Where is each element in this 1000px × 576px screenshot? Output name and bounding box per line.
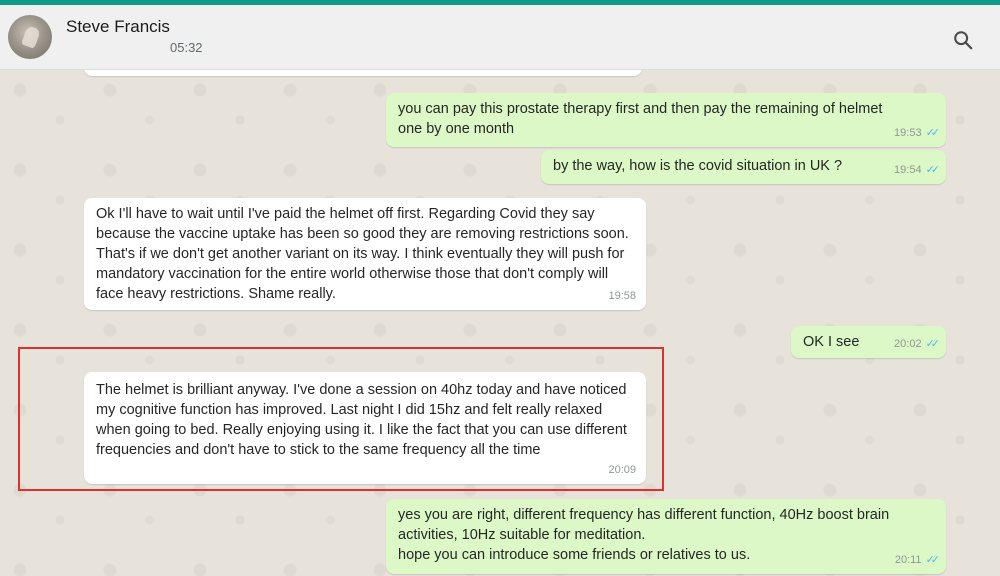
message-bubble-outgoing[interactable]: by the way, how is the covid situation i… <box>541 150 946 184</box>
message-bubble-incoming[interactable]: Ok I'll have to wait until I've paid the… <box>84 198 646 310</box>
double-check-icon: ✓✓ <box>925 554 941 566</box>
contact-name[interactable]: Steve Francis <box>66 17 170 37</box>
double-check-icon: ✓✓ <box>925 164 941 176</box>
message-bubble-outgoing[interactable]: yes you are right, different frequency h… <box>386 499 946 574</box>
message-text: Ok I'll have to wait until I've paid the… <box>96 206 629 302</box>
message-bubble-incoming[interactable]: The helmet is brilliant anyway. I've don… <box>84 372 646 484</box>
message-bubble-partial <box>84 70 642 76</box>
message-text: you can pay this prostate therapy first … <box>398 101 883 137</box>
message-time: 20:11 ✓✓ <box>895 550 941 570</box>
avatar[interactable] <box>8 15 52 59</box>
message-time: 19:58 <box>608 290 636 302</box>
message-time: 19:53 ✓✓ <box>894 123 941 143</box>
message-text: yes you are right, different frequency h… <box>398 507 890 563</box>
message-bubble-outgoing[interactable]: OK I see 20:02 ✓✓ <box>791 326 946 358</box>
message-time: 20:09 <box>608 464 636 476</box>
chat-header: Steve Francis 05:32 <box>0 5 1000 70</box>
message-text: by the way, how is the covid situation i… <box>553 158 843 174</box>
message-time: 19:54 ✓✓ <box>894 160 941 180</box>
message-text: The helmet is brilliant anyway. I've don… <box>96 382 627 458</box>
search-icon[interactable] <box>952 29 974 51</box>
double-check-icon: ✓✓ <box>925 338 941 350</box>
double-check-icon: ✓✓ <box>925 127 941 139</box>
message-bubble-outgoing[interactable]: you can pay this prostate therapy first … <box>386 93 946 147</box>
last-seen-time: 05:32 <box>170 40 203 55</box>
message-list[interactable]: you can pay this prostate therapy first … <box>0 70 1000 576</box>
message-time: 20:02 ✓✓ <box>894 334 941 354</box>
